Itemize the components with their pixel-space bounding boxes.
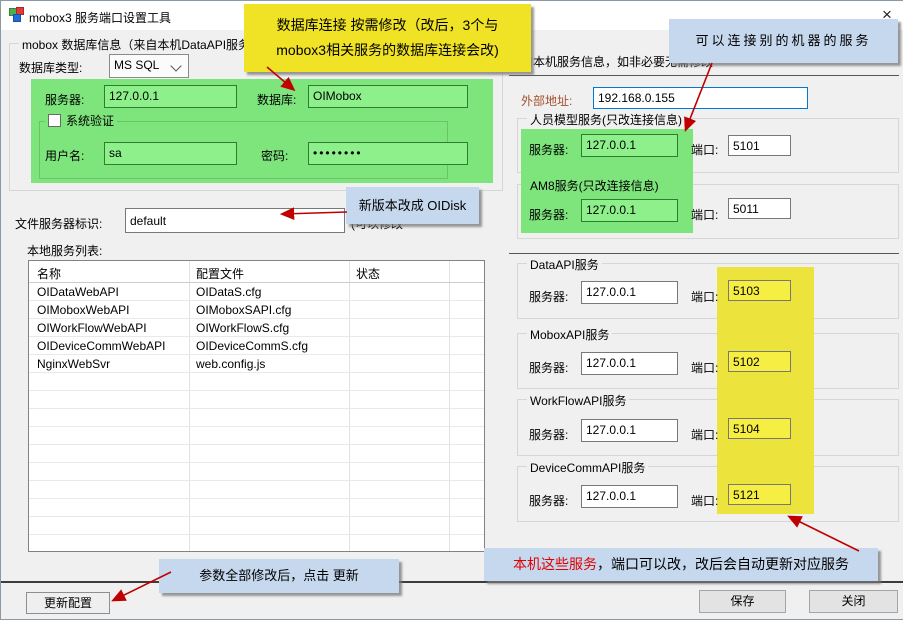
svc-server-label: 服务器: bbox=[529, 141, 568, 158]
table-row[interactable]: NginxWebSvr web.config.js bbox=[29, 355, 484, 373]
db-type-label: 数据库类型: bbox=[19, 59, 82, 76]
db-user-input[interactable]: sa bbox=[104, 142, 237, 165]
svc-port-input[interactable]: 5011 bbox=[728, 198, 791, 219]
col-name: 名称 bbox=[37, 265, 61, 282]
external-address-label: 外部地址: bbox=[521, 92, 572, 109]
col-status: 状态 bbox=[356, 265, 380, 282]
close-button[interactable]: 关闭 bbox=[809, 590, 898, 613]
file-server-input[interactable]: default bbox=[125, 208, 345, 233]
callout-oidisk: 新版本改成 OIDisk bbox=[346, 187, 479, 224]
db-password-label: 密码: bbox=[261, 147, 288, 164]
table-cell: web.config.js bbox=[196, 355, 265, 373]
callout-db-line2: mobox3相关服务的数据库连接会改) bbox=[244, 38, 531, 63]
app-icon bbox=[9, 7, 25, 23]
table-cell: OIWorkFlowS.cfg bbox=[196, 319, 289, 337]
svc-server-label: 服务器: bbox=[529, 288, 568, 305]
local-services-label: 本地服务列表: bbox=[27, 242, 102, 259]
svc-title: MoboxAPI服务 bbox=[527, 326, 612, 343]
svc-server-input[interactable]: 127.0.0.1 bbox=[581, 281, 678, 304]
db-name-input[interactable]: OIMobox bbox=[308, 85, 468, 108]
svc-server-input[interactable]: 127.0.0.1 bbox=[581, 199, 678, 222]
callout-remote-services: 可以连接别的机器的服务 bbox=[669, 19, 898, 63]
db-server-label: 服务器: bbox=[45, 91, 84, 108]
update-config-button[interactable]: 更新配置 bbox=[26, 592, 110, 614]
svc-port-label: 端口: bbox=[691, 206, 718, 223]
callout-ports-rest: ，端口可以改，改后会自动更新对应服务 bbox=[597, 556, 849, 572]
file-server-label: 文件服务器标识: bbox=[15, 215, 102, 232]
callout-ports-red: 本机这些服务 bbox=[513, 556, 597, 572]
table-row[interactable]: OIDeviceCommWebAPI OIDeviceCommS.cfg bbox=[29, 337, 484, 355]
svc-server-label: 服务器: bbox=[529, 426, 568, 443]
table-cell: OIMoboxSAPI.cfg bbox=[196, 301, 291, 319]
svc-port-label: 端口: bbox=[691, 288, 718, 305]
divider bbox=[509, 253, 899, 254]
svc-port-label: 端口: bbox=[691, 426, 718, 443]
db-name-label: 数据库: bbox=[257, 91, 296, 108]
svc-port-label: 端口: bbox=[691, 492, 718, 509]
svc-server-input[interactable]: 127.0.0.1 bbox=[581, 485, 678, 508]
svc-server-label: 服务器: bbox=[529, 206, 568, 223]
svc-port-label: 端口: bbox=[691, 141, 718, 158]
col-config: 配置文件 bbox=[196, 265, 244, 282]
db-groupbox-title: mobox 数据库信息（来自本机DataAPI服务 bbox=[19, 36, 253, 53]
svc-title: WorkFlowAPI服务 bbox=[527, 392, 629, 409]
auth-checkbox[interactable]: 系统验证 bbox=[45, 112, 117, 129]
svc-port-input[interactable]: 5121 bbox=[728, 484, 791, 505]
right-highlight-yellow bbox=[717, 267, 814, 514]
svc-port-label: 端口: bbox=[691, 359, 718, 376]
auth-checkbox-label: 系统验证 bbox=[66, 112, 114, 129]
checkbox-icon bbox=[48, 114, 61, 127]
footer-divider bbox=[1, 581, 903, 583]
svc-port-input[interactable]: 5101 bbox=[728, 135, 791, 156]
arrow-port-area bbox=[790, 517, 859, 551]
table-cell: OIMoboxWebAPI bbox=[37, 301, 129, 319]
svc-title: 人员模型服务(只改连接信息) bbox=[527, 111, 685, 128]
table-body: OIDataWebAPIOIDataS.cfgOIMoboxWebAPIOIMo… bbox=[29, 283, 484, 551]
table-row[interactable]: OIDataWebAPI OIDataS.cfg bbox=[29, 283, 484, 301]
table-cell: OIDataWebAPI bbox=[37, 283, 119, 301]
callout-update-hint: 参数全部修改后，点击 更新 bbox=[159, 559, 399, 593]
db-server-input[interactable]: 127.0.0.1 bbox=[104, 85, 237, 108]
svc-server-input[interactable]: 127.0.0.1 bbox=[581, 352, 678, 375]
db-type-value: MS SQL bbox=[114, 58, 159, 72]
svc-server-label: 服务器: bbox=[529, 359, 568, 376]
db-type-select[interactable]: MS SQL bbox=[109, 54, 189, 78]
callout-db-line1: 数据库连接 按需修改（改后，3个与 bbox=[244, 13, 531, 38]
svc-server-input[interactable]: 127.0.0.1 bbox=[581, 419, 678, 442]
table-header: 名称 配置文件 状态 bbox=[29, 261, 484, 283]
table-cell: NginxWebSvr bbox=[37, 355, 110, 373]
external-address-input[interactable]: 192.168.0.155 bbox=[593, 87, 808, 109]
callout-ports-hint: 本机这些服务，端口可以改，改后会自动更新对应服务 bbox=[484, 548, 878, 581]
db-user-label: 用户名: bbox=[45, 147, 84, 164]
table-cell: OIDeviceCommWebAPI bbox=[37, 337, 165, 355]
local-services-table[interactable]: 名称 配置文件 状态 OIDataWebAPIOIDataS.cfgOIMobo… bbox=[28, 260, 485, 552]
table-cell: OIDeviceCommS.cfg bbox=[196, 337, 308, 355]
svc-port-input[interactable]: 5103 bbox=[728, 280, 791, 301]
table-cell: OIDataS.cfg bbox=[196, 283, 261, 301]
table-cell: OIWorkFlowWebAPI bbox=[37, 319, 147, 337]
window-title: mobox3 服务端口设置工具 bbox=[29, 9, 171, 26]
divider bbox=[509, 75, 899, 76]
svc-title: DataAPI服务 bbox=[527, 256, 602, 273]
svc-title: DeviceCommAPI服务 bbox=[527, 459, 648, 476]
app-window: mobox3 服务端口设置工具 × mobox 数据库信息（来自本机DataAP… bbox=[0, 0, 903, 620]
svc-port-input[interactable]: 5104 bbox=[728, 418, 791, 439]
db-password-input[interactable]: •••••••• bbox=[308, 142, 468, 165]
svc-port-input[interactable]: 5102 bbox=[728, 351, 791, 372]
save-button[interactable]: 保存 bbox=[699, 590, 786, 613]
table-row[interactable]: OIMoboxWebAPI OIMoboxSAPI.cfg bbox=[29, 301, 484, 319]
callout-db-connection: 数据库连接 按需修改（改后，3个与 mobox3相关服务的数据库连接会改) bbox=[244, 4, 531, 72]
svc-server-label: 服务器: bbox=[529, 492, 568, 509]
chevron-down-icon bbox=[170, 60, 181, 71]
table-row[interactable]: OIWorkFlowWebAPI OIWorkFlowS.cfg bbox=[29, 319, 484, 337]
svc-server-input[interactable]: 127.0.0.1 bbox=[581, 134, 678, 157]
svc-title: AM8服务(只改连接信息) bbox=[527, 177, 662, 194]
